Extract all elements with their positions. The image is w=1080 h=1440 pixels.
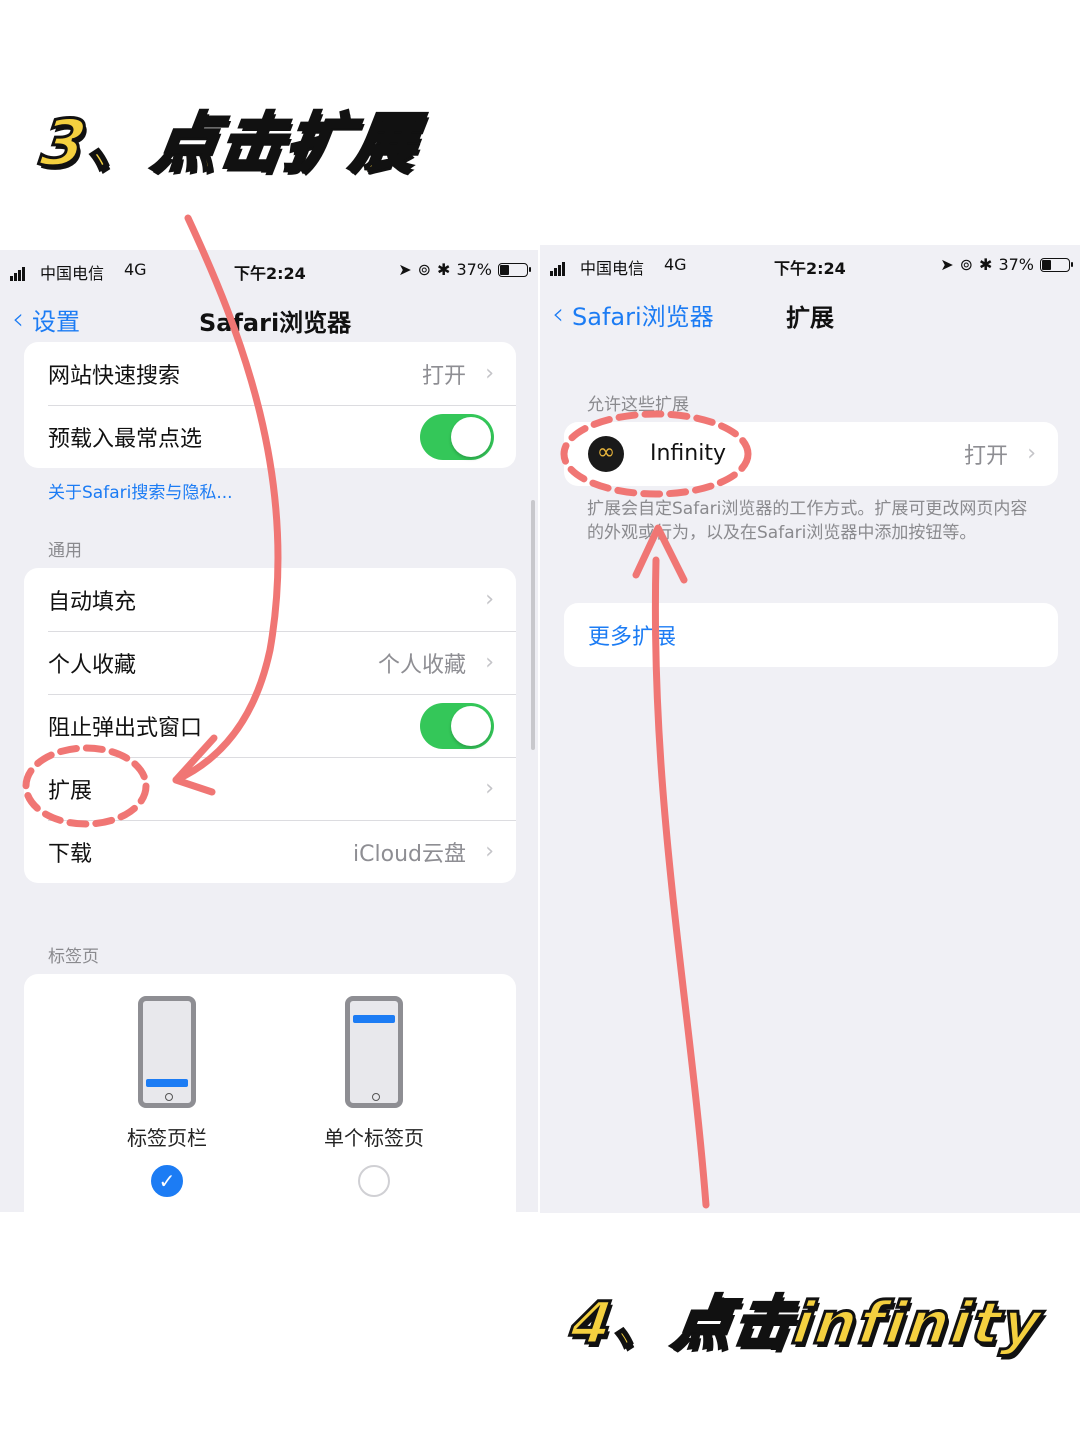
section-header-general: 通用 <box>48 541 82 561</box>
row-label: 自动填充 <box>48 589 137 615</box>
tab-option-single-tab[interactable]: 单个标签页 <box>304 996 444 1197</box>
row-label: 下载 <box>48 841 93 867</box>
row-value: 打开 <box>963 443 1008 469</box>
chevron-right-icon: › <box>485 361 494 386</box>
row-autofill[interactable]: 自动填充 › <box>24 568 516 631</box>
extension-name: Infinity <box>650 441 726 466</box>
chevron-right-icon: › <box>485 776 494 801</box>
checkmark-icon[interactable]: ✓ <box>151 1165 183 1197</box>
battery-icon <box>1040 257 1073 272</box>
row-value: iCloud云盘 <box>353 841 466 867</box>
back-button[interactable]: ‹ 设置 <box>12 302 80 337</box>
signal-icon <box>10 262 26 281</box>
chevron-right-icon: › <box>485 650 494 675</box>
network-label: 4G <box>664 255 687 274</box>
tab-option-label: 单个标签页 <box>324 1126 424 1150</box>
carrier-label: 中国电信 <box>40 264 105 283</box>
status-time: 下午2:24 <box>774 259 846 278</box>
infinity-icon: ∞ <box>588 436 624 472</box>
battery-percent: 37% <box>998 255 1034 274</box>
row-block-popups: 阻止弹出式窗口 <box>24 694 516 757</box>
battery-icon <box>498 262 531 277</box>
chevron-left-icon: ‹ <box>552 296 564 332</box>
chevron-left-icon: ‹ <box>12 301 24 337</box>
back-label: 设置 <box>32 308 80 336</box>
more-extensions-link[interactable]: 更多扩展 <box>564 603 1058 666</box>
row-infinity-extension[interactable]: ∞ Infinity 打开 › <box>564 422 1058 485</box>
bluetooth-icon: ✱ <box>979 255 993 274</box>
chevron-right-icon: › <box>1027 441 1036 466</box>
row-label: 扩展 <box>48 778 93 804</box>
tab-bar-phone-icon <box>138 996 196 1108</box>
row-label: 预载入最常点选 <box>48 426 203 452</box>
carrier-label: 中国电信 <box>580 259 645 278</box>
scrollbar[interactable] <box>531 500 535 750</box>
row-label: 个人收藏 <box>48 652 137 678</box>
row-preload-top-hit: 预载入最常点选 <box>24 405 516 468</box>
page-title: Safari浏览器 <box>199 309 352 337</box>
row-downloads[interactable]: 下载 iCloud云盘 › <box>24 820 516 883</box>
preload-toggle[interactable] <box>420 413 494 460</box>
row-value: 个人收藏 <box>377 652 466 678</box>
more-group: 更多扩展 <box>564 603 1058 667</box>
back-button[interactable]: ‹ Safari浏览器 <box>552 297 714 332</box>
general-group: 自动填充 › 个人收藏 个人收藏 › 阻止弹出式窗口 扩展 › 下载 iClou… <box>24 568 516 883</box>
row-label: 阻止弹出式窗口 <box>48 715 203 741</box>
network-label: 4G <box>124 260 147 279</box>
right-screen: 中国电信 4G 下午2:24 ➤ ⊚ ✱ 37% ‹ Safari浏览器 扩展 … <box>540 245 1080 1213</box>
status-time: 下午2:24 <box>234 264 306 283</box>
status-bar: 中国电信 4G 下午2:24 ➤ ⊚ ✱ 37% <box>0 250 538 290</box>
nav-bar: ‹ 设置 Safari浏览器 <box>0 290 538 346</box>
block-popups-toggle[interactable] <box>420 702 494 749</box>
more-extensions-label: 更多扩展 <box>588 624 677 650</box>
tabs-group: 标签页栏 ✓ 单个标签页 <box>24 974 516 1212</box>
page-title: 扩展 <box>786 304 834 332</box>
tab-option-tab-bar[interactable]: 标签页栏 ✓ <box>97 996 237 1197</box>
location-icon: ➤ <box>940 255 954 274</box>
chevron-right-icon: › <box>485 839 494 864</box>
search-group: 网站快速搜索 打开 › 预载入最常点选 <box>24 342 516 468</box>
orientation-lock-icon: ⊚ <box>959 255 974 274</box>
radio-unchecked-icon[interactable] <box>358 1165 390 1197</box>
orientation-lock-icon: ⊚ <box>417 260 432 279</box>
bluetooth-icon: ✱ <box>437 260 451 279</box>
chevron-right-icon: › <box>485 587 494 612</box>
extensions-group: ∞ Infinity 打开 › <box>564 422 1058 486</box>
battery-percent: 37% <box>456 260 492 279</box>
step3-title: 3、点击扩展 <box>34 106 424 183</box>
extensions-description: 扩展会自定Safari浏览器的工作方式。扩展可更改网页内容的外观或行为，以及在S… <box>587 499 1028 543</box>
back-label: Safari浏览器 <box>572 303 714 331</box>
section-header-tabs: 标签页 <box>48 947 99 967</box>
signal-icon <box>550 257 566 276</box>
row-extensions[interactable]: 扩展 › <box>24 757 516 820</box>
left-screen: 中国电信 4G 下午2:24 ➤ ⊚ ✱ 37% ‹ 设置 Safari浏览器 … <box>0 250 538 1212</box>
location-icon: ➤ <box>398 260 412 279</box>
status-bar: 中国电信 4G 下午2:24 ➤ ⊚ ✱ 37% <box>540 245 1080 285</box>
row-value: 打开 <box>421 363 466 389</box>
single-tab-phone-icon <box>345 996 403 1108</box>
section-header-allow: 允许这些扩展 <box>587 395 689 415</box>
step4-title: 4、点击infinity <box>565 1288 1049 1359</box>
row-label: 网站快速搜索 <box>48 363 181 389</box>
row-quick-website-search[interactable]: 网站快速搜索 打开 › <box>24 342 516 405</box>
tab-option-label: 标签页栏 <box>127 1126 207 1150</box>
nav-bar: ‹ Safari浏览器 扩展 <box>540 285 1080 341</box>
row-favorites[interactable]: 个人收藏 个人收藏 › <box>24 631 516 694</box>
privacy-link[interactable]: 关于Safari搜索与隐私... <box>48 478 233 503</box>
